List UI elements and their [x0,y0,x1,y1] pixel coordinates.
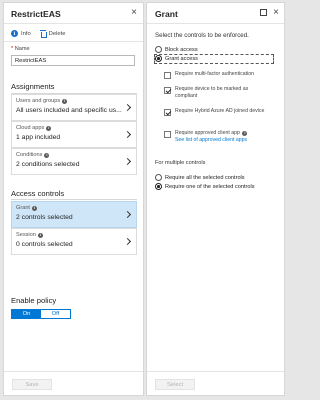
info-button-label: Info [21,30,31,37]
hybrid-joined-label: Require Hybrid Azure AD joined device [175,108,265,114]
compliant-device-checkbox[interactable] [164,86,171,94]
session-label: Session i [16,232,132,238]
session-value: 0 controls selected [16,241,73,248]
users-and-groups-label: Users and groups i [16,98,132,104]
save-button[interactable]: Save [12,379,52,390]
users-and-groups-label-text: Users and groups [16,98,61,104]
close-icon[interactable]: × [273,8,279,18]
cloud-apps-label: Cloud apps i [16,125,132,131]
grant-access-label: Grant access [165,55,198,62]
policy-pane-footer: Save [4,371,143,395]
policy-toolbar: i Info Delete [11,30,66,38]
chevron-right-icon [123,210,132,219]
session-label-text: Session [16,232,36,238]
grant-instruction: Select the controls to be enforced. [155,32,249,39]
compliant-device-control[interactable]: Require device to be marked as compliant [164,86,248,100]
compliant-device-label-line2: compliant [175,93,198,99]
require-one-radio[interactable] [155,183,162,190]
chevron-right-icon [123,157,132,166]
grant-label-text: Grant [16,205,30,211]
hybrid-joined-checkbox[interactable] [164,108,171,116]
info-icon: i [46,125,52,131]
block-access-radio[interactable] [155,46,162,53]
grant-pane: Grant × Select the controls to be enforc… [146,2,285,396]
approved-client-apps-link[interactable]: See list of approved client apps [175,137,247,143]
grant-label: Grant i [16,205,132,211]
mfa-control[interactable]: Require multi-factor authentication [164,71,254,79]
enable-policy-toggle[interactable]: On Off [11,309,71,319]
approved-client-app-checkbox[interactable] [164,130,171,138]
info-icon: i [62,98,68,104]
grant-access-radio[interactable] [155,55,162,62]
require-one-label: Require one of the selected controls [165,183,255,190]
grant-value: 2 controls selected [16,214,73,221]
title-divider [4,23,143,24]
cloud-apps-row[interactable]: Cloud apps i 1 app included [11,121,137,148]
hybrid-joined-control[interactable]: Require Hybrid Azure AD joined device [164,108,264,116]
conditions-row[interactable]: Conditions i 2 conditions selected [11,148,137,175]
approved-client-app-control[interactable]: Require approved client app i See list o… [164,130,248,144]
grant-pane-title: Grant [155,9,178,19]
chevron-right-icon [123,103,132,112]
users-and-groups-row[interactable]: Users and groups i All users included an… [11,94,137,121]
info-button[interactable]: i Info [11,30,31,37]
name-label-text: Name [14,46,30,52]
close-icon[interactable]: × [131,8,137,18]
require-all-label: Require all the selected controls [165,174,245,181]
conditions-value: 2 conditions selected [16,161,80,168]
require-one-option[interactable]: Require one of the selected controls [155,183,255,190]
approved-client-app-text: Require approved client app i See list o… [175,130,248,144]
toolbar-divider [4,41,143,42]
toggle-off[interactable]: Off [41,310,70,318]
require-all-radio[interactable] [155,174,162,181]
info-icon: i [242,131,248,136]
access-controls-divider [11,199,137,200]
multiple-controls-heading: For multiple controls [155,160,206,166]
block-access-label: Block access [165,46,198,53]
require-all-option[interactable]: Require all the selected controls [155,174,245,181]
delete-button[interactable]: Delete [39,30,66,38]
block-access-option[interactable]: Block access [155,46,198,53]
select-button[interactable]: Select [155,379,195,390]
grant-row[interactable]: Grant i 2 controls selected [11,201,137,228]
maximize-icon[interactable] [260,9,267,16]
conditions-label: Conditions i [16,152,132,158]
info-icon: i [32,205,37,211]
policy-pane: RestrictEAS × i Info Delete * Name Restr… [3,2,144,396]
chevron-right-icon [123,130,132,139]
trash-icon [39,30,47,38]
toggle-on[interactable]: On [12,310,41,318]
required-mark: * [11,46,14,52]
cloud-apps-label-text: Cloud apps [16,125,45,131]
grant-pane-footer: Select [147,371,284,395]
grant-access-option[interactable]: Grant access [155,55,198,62]
conditions-label-text: Conditions [16,152,43,158]
grant-title-divider [147,23,284,24]
enable-policy-heading: Enable policy [11,296,57,305]
name-input[interactable]: RestrictEAS [11,55,135,66]
delete-button-label: Delete [48,30,66,37]
cloud-apps-value: 1 app included [16,134,61,141]
assignments-heading: Assignments [11,82,55,91]
access-controls-heading: Access controls [11,189,65,198]
compliant-device-label-line1: Require device to be marked as [175,86,249,92]
mfa-label: Require multi-factor authentication [175,71,255,77]
name-field-label: * Name [11,46,30,52]
mfa-checkbox[interactable] [164,71,171,79]
chevron-right-icon [123,237,132,246]
info-icon: i [37,232,43,238]
users-and-groups-value: All users included and specific us... [16,107,122,114]
approved-client-app-label: Require approved client app [175,130,240,136]
info-icon: i [44,152,50,158]
session-row[interactable]: Session i 0 controls selected [11,228,137,255]
policy-pane-title: RestrictEAS [11,9,61,19]
compliant-device-label: Require device to be marked as compliant [175,86,248,100]
info-icon: i [11,30,18,37]
